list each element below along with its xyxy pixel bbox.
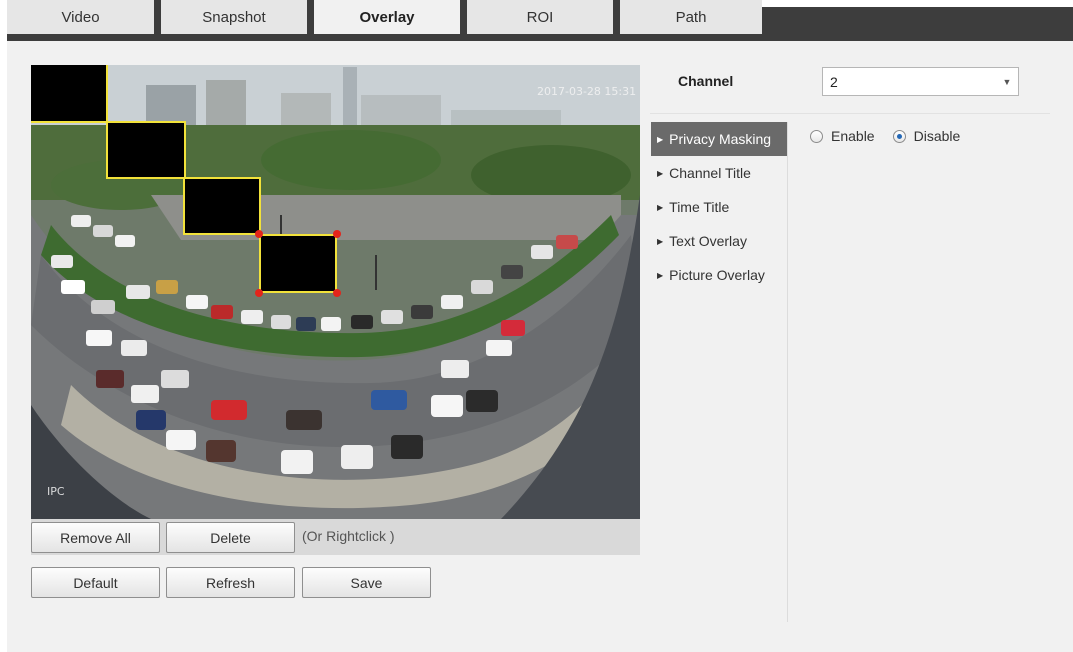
tab-overlay[interactable]: Overlay: [314, 0, 460, 34]
disable-radio[interactable]: [892, 129, 906, 143]
menu-item-label: Time Title: [669, 199, 730, 215]
delete-button[interactable]: Delete: [166, 522, 295, 553]
refresh-button[interactable]: Refresh: [166, 567, 295, 598]
osd-channel-label: IPC: [47, 485, 65, 498]
tab-divider: [460, 0, 467, 34]
menu-item-label: Picture Overlay: [669, 267, 765, 283]
tab-divider: [613, 0, 620, 34]
resize-handle[interactable]: [255, 289, 263, 297]
triangle-right-icon: ▶: [657, 270, 664, 280]
default-button[interactable]: Default: [31, 567, 160, 598]
channel-select-value: 2: [830, 73, 838, 90]
tab-video[interactable]: Video: [7, 0, 154, 34]
menu-item-label: Privacy Masking: [669, 131, 772, 147]
divider: [650, 113, 1050, 114]
triangle-right-icon: ▶: [657, 202, 664, 212]
resize-handle[interactable]: [333, 230, 341, 238]
tab-divider: [307, 0, 314, 34]
menu-item-label: Channel Title: [669, 165, 751, 181]
menu-item-picture-overlay[interactable]: ▶ Picture Overlay: [651, 258, 787, 292]
osd-datetime: 2017-03-28 15:31: [537, 85, 637, 98]
privacy-mask[interactable]: [183, 177, 261, 235]
triangle-right-icon: ▶: [657, 168, 664, 178]
tab-divider: [154, 0, 161, 34]
disable-label: Disable: [913, 128, 961, 144]
menu-item-text-overlay[interactable]: ▶ Text Overlay: [651, 224, 787, 258]
resize-handle[interactable]: [255, 230, 263, 238]
menu-item-privacy-masking[interactable]: ▶ Privacy Masking: [651, 122, 787, 156]
remove-all-button[interactable]: Remove All: [31, 522, 160, 553]
save-button[interactable]: Save: [302, 567, 431, 598]
menu-item-time-title[interactable]: ▶ Time Title: [651, 190, 787, 224]
menu-item-label: Text Overlay: [669, 233, 747, 249]
privacy-mask[interactable]: [106, 121, 186, 179]
channel-select[interactable]: 2 ▼: [822, 67, 1019, 96]
triangle-right-icon: ▶: [657, 236, 664, 246]
menu-item-channel-title[interactable]: ▶ Channel Title: [651, 156, 787, 190]
privacy-masking-toggle: Enable Disable: [810, 128, 970, 144]
video-preview[interactable]: 2017-03-28 15:31 IPC: [31, 65, 640, 519]
channel-label: Channel: [678, 73, 734, 89]
triangle-right-icon: ▶: [657, 134, 664, 144]
chevron-down-icon[interactable]: ▼: [996, 68, 1018, 95]
tab-path[interactable]: Path: [620, 0, 762, 34]
tab-roi[interactable]: ROI: [467, 0, 613, 34]
menu-divider: [787, 122, 788, 622]
rightclick-hint: (Or Rightclick ): [302, 528, 395, 544]
enable-label: Enable: [831, 128, 875, 144]
overlay-menu: ▶ Privacy Masking ▶ Channel Title ▶ Time…: [651, 122, 787, 292]
tab-snapshot[interactable]: Snapshot: [161, 0, 307, 34]
privacy-mask[interactable]: [31, 65, 108, 123]
privacy-mask-selected[interactable]: [259, 234, 337, 293]
enable-radio[interactable]: [810, 129, 823, 143]
resize-handle[interactable]: [333, 289, 341, 297]
